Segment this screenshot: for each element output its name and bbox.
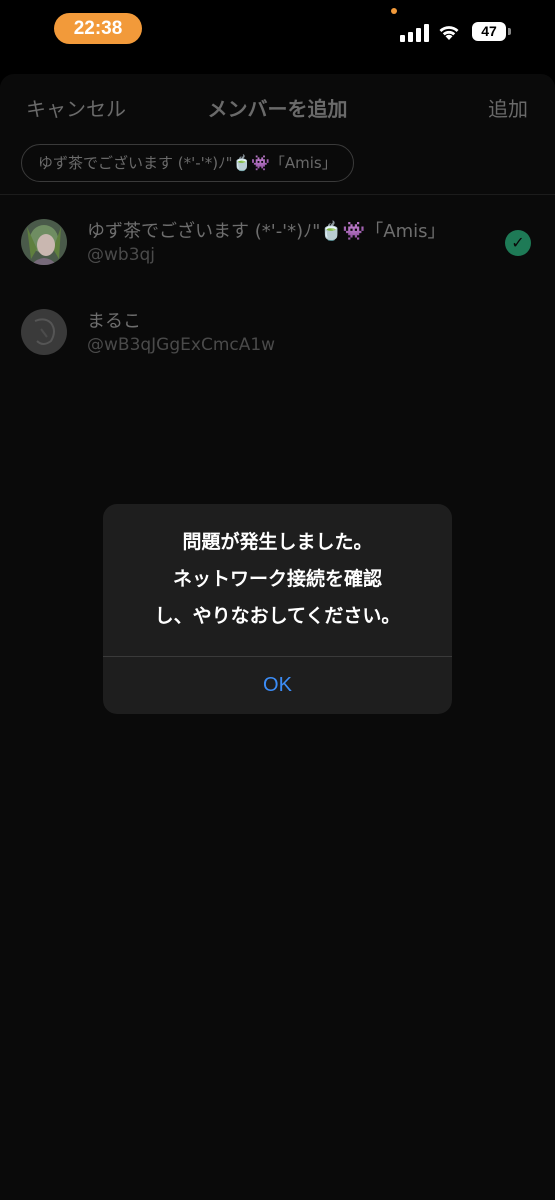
battery-icon: 47 — [472, 22, 506, 41]
error-alert-dialog: 問題が発生しました。 ネットワーク接続を確認 し、やりなおしてください。 OK — [103, 504, 452, 714]
selected-member-chip[interactable]: ゆず茶でございます (*'-'*)ﾉ"🍵👾「Amis」 — [21, 144, 354, 182]
alert-message-line: し、やりなおしてください。 — [154, 605, 401, 627]
member-name: ゆず茶でございます (*'-'*)ﾉ"🍵👾「Amis」 — [87, 221, 446, 242]
nav-bar: キャンセル メンバーを追加 追加 — [0, 74, 555, 138]
divider — [0, 194, 555, 195]
member-handle: @wB3qJGgExCmcA1w — [87, 335, 276, 355]
member-row[interactable]: まるこ @wB3qJGgExCmcA1w — [0, 307, 555, 381]
add-button[interactable]: 追加 — [488, 93, 528, 122]
ok-button[interactable]: OK — [103, 657, 452, 714]
member-handle: @wb3qj — [87, 245, 156, 265]
status-time[interactable]: 22:38 — [54, 13, 142, 44]
wifi-icon — [439, 26, 459, 40]
avatar — [21, 309, 67, 355]
page-title: メンバーを追加 — [207, 97, 348, 121]
status-bar: 22:38 47 — [0, 0, 555, 62]
mic-indicator-icon — [391, 8, 397, 14]
member-row[interactable]: ゆず茶でございます (*'-'*)ﾉ"🍵👾「Amis」 @wb3qj ✓ — [0, 217, 555, 291]
alert-message: 問題が発生しました。 ネットワーク接続を確認 し、やりなおしてください。 — [123, 524, 432, 635]
alert-message-line: ネットワーク接続を確認 — [172, 568, 382, 590]
alert-message-line: 問題が発生しました。 — [182, 531, 373, 553]
battery-cap — [508, 28, 511, 35]
signal-icon — [400, 24, 430, 42]
avatar — [21, 219, 67, 265]
checkmark-icon[interactable]: ✓ — [505, 230, 531, 256]
member-name: まるこ — [87, 311, 141, 332]
